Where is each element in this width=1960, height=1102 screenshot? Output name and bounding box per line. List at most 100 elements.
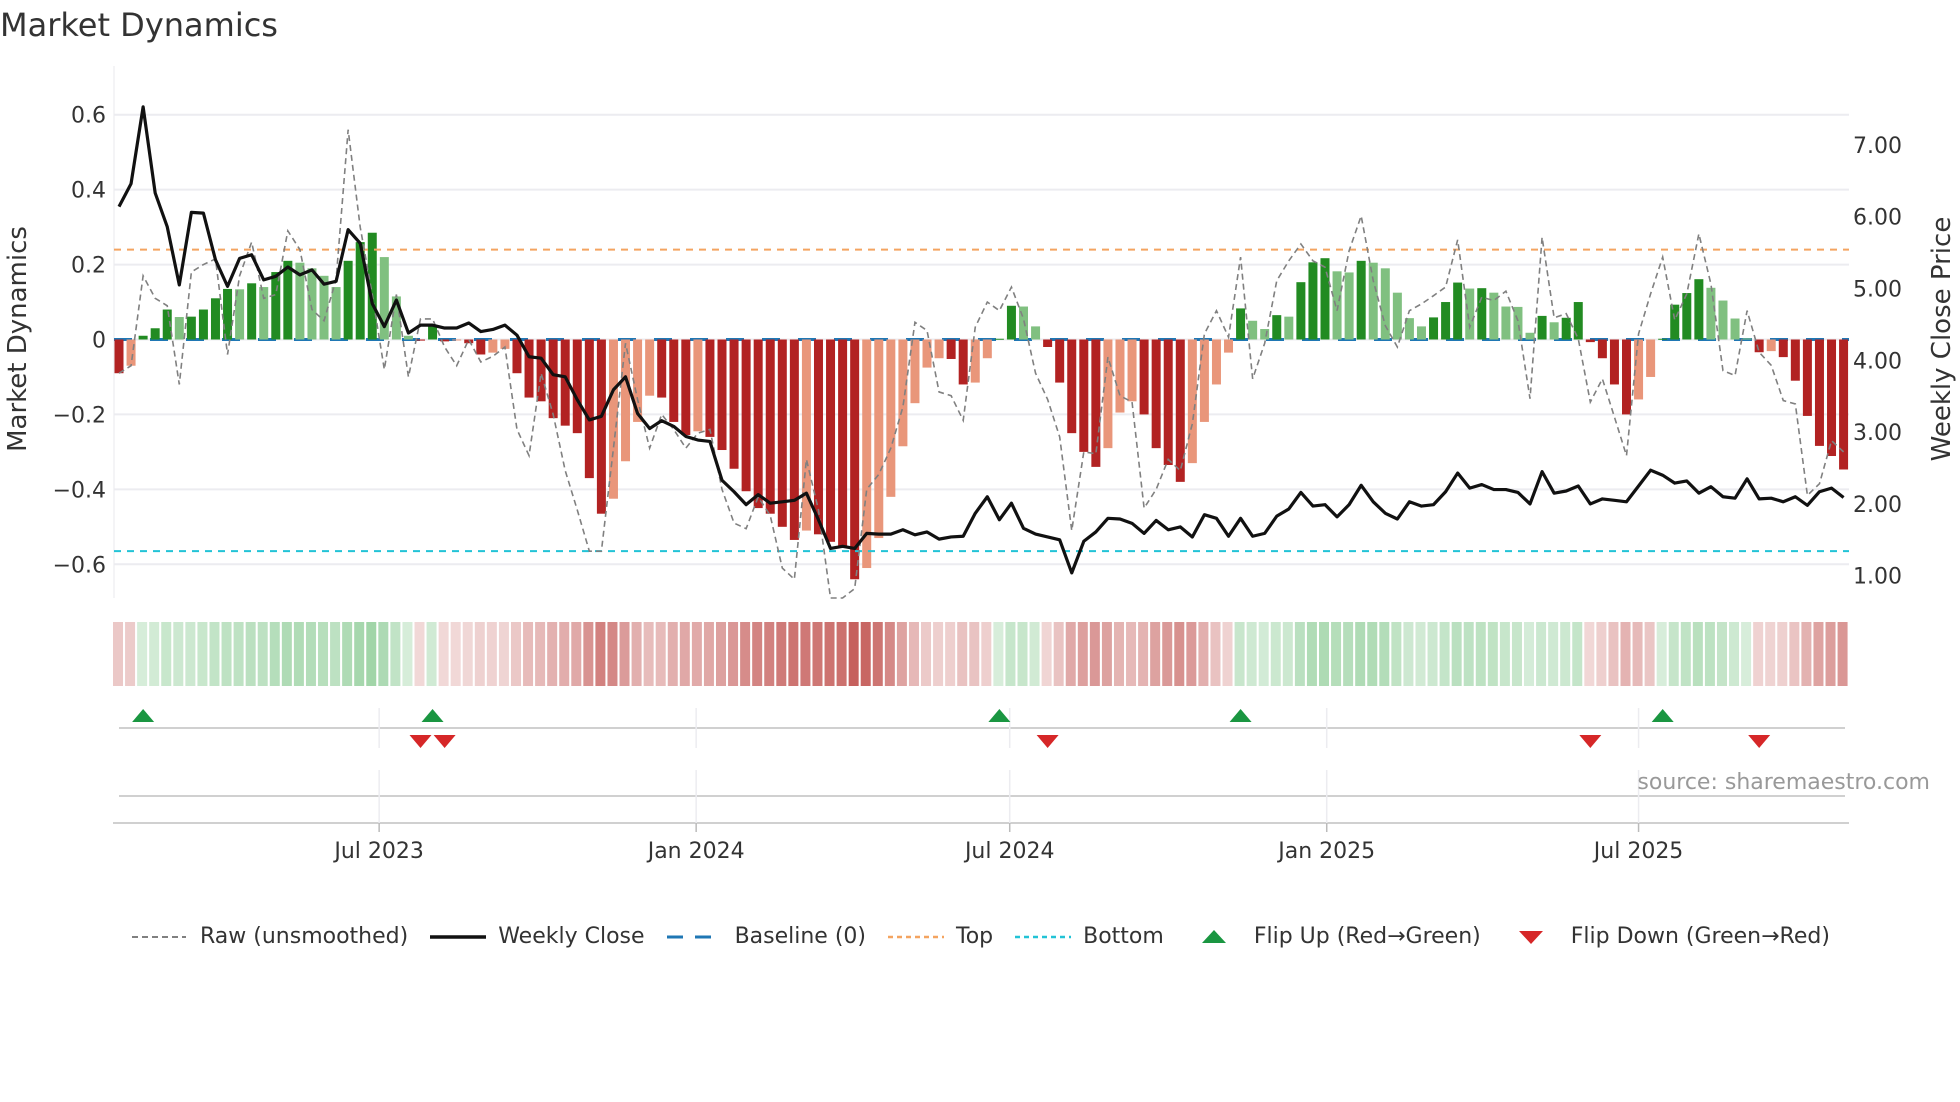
heatmap-cell <box>921 622 932 686</box>
heatmap-cell <box>1511 622 1522 686</box>
heatmap-cell <box>1777 622 1788 686</box>
dynamics-bar <box>982 339 992 359</box>
dynamics-bar <box>1103 339 1113 449</box>
legend-item-flip-up: Flip Up (Red→Green) <box>1184 924 1481 949</box>
heatmap-cell <box>872 622 883 686</box>
heatmap-cell <box>1584 622 1595 686</box>
dynamics-bar <box>536 339 546 402</box>
flip-up-marker <box>1229 709 1252 722</box>
dynamics-bar <box>645 339 655 396</box>
y-tick-label: −0.2 <box>53 403 106 428</box>
x-tick-label: Jan 2024 <box>646 839 745 864</box>
heatmap-cell <box>1596 622 1607 686</box>
heatmap-cell <box>631 622 642 686</box>
heatmap-cell <box>752 622 763 686</box>
heatmap-cell <box>908 622 919 686</box>
heatmap-cell <box>330 622 341 686</box>
heatmap-cell <box>1089 622 1100 686</box>
dynamics-bar <box>126 339 136 366</box>
raw-line <box>118 129 1845 599</box>
dynamics-bar <box>958 339 968 385</box>
heatmap-cell <box>233 622 244 686</box>
dynamics-bar <box>1368 262 1378 340</box>
heatmap-cell <box>366 622 377 686</box>
dynamics-bar <box>1646 339 1656 377</box>
dynamics-bar <box>1380 268 1390 340</box>
dynamics-bar <box>741 339 751 492</box>
dynamics-bar <box>1634 339 1644 400</box>
heatmap-cell <box>426 622 437 686</box>
heatmap-cell <box>764 622 775 686</box>
y-axis-label: Market Dynamics <box>3 226 33 452</box>
heatmap-cell <box>474 622 485 686</box>
heatmap-cell <box>1331 622 1342 686</box>
heatmap-cell <box>1041 622 1052 686</box>
heatmap-cell <box>414 622 425 686</box>
heatmap-cell <box>655 622 666 686</box>
x-tick-label: Jul 2024 <box>963 839 1055 864</box>
y2-tick-label: 1.00 <box>1853 565 1902 590</box>
dynamics-bar <box>512 339 522 374</box>
y-tick-label: 0.4 <box>71 179 106 204</box>
dynamics-bar <box>934 339 944 359</box>
heatmap-cell <box>619 622 630 686</box>
dynamics-bar <box>1187 339 1197 464</box>
heatmap-cell <box>884 622 895 686</box>
heatmap-cell <box>269 622 280 686</box>
dynamics-bar <box>596 339 606 514</box>
heatmap-cell <box>1198 622 1209 686</box>
y2-axis-label: Weekly Close Price <box>1927 217 1957 462</box>
heatmap-cell <box>1077 622 1088 686</box>
flip-down-marker <box>433 735 456 748</box>
dynamics-bar <box>765 339 775 514</box>
heatmap-cell <box>957 622 968 686</box>
dynamics-bar <box>488 339 498 353</box>
dynamics-bar <box>1597 339 1607 359</box>
heatmap-cell <box>1825 622 1836 686</box>
dynamics-bar <box>1127 339 1137 402</box>
dynamics-bar <box>693 339 703 432</box>
heatmap-cell <box>1789 622 1800 686</box>
heatmap-cell <box>788 622 799 686</box>
dynamics-bar <box>1706 287 1716 340</box>
dynamics-bar <box>572 339 582 434</box>
dynamics-bar <box>1320 258 1330 340</box>
heatmap-cell <box>149 622 160 686</box>
dynamics-bar <box>416 339 425 341</box>
dynamics-bar <box>1055 339 1065 383</box>
heatmap-cell <box>1101 622 1112 686</box>
legend-label: Baseline (0) <box>734 924 866 949</box>
dynamics-bar <box>1441 302 1451 340</box>
heatmap-cell <box>245 622 256 686</box>
heatmap-cell <box>1270 622 1281 686</box>
heatmap-cell <box>1005 622 1016 686</box>
dynamics-bar <box>1115 339 1125 413</box>
dynamics-bar <box>1513 306 1523 340</box>
dynamics-bar <box>681 339 691 436</box>
dynamics-bar <box>1079 339 1089 452</box>
legend-item-flip-down: Flip Down (Green→Red) <box>1501 924 1830 949</box>
dynamics-bar <box>1778 339 1788 358</box>
heatmap-cell <box>450 622 461 686</box>
heatmap-cell <box>1210 622 1221 686</box>
dynamics-bar <box>1344 272 1354 340</box>
heatmap-cell <box>679 622 690 686</box>
heatmap-cell <box>1656 622 1667 686</box>
dynamics-bar <box>464 339 474 344</box>
dynamics-bar <box>1814 339 1824 446</box>
heatmap-cell <box>1524 622 1535 686</box>
heatmap-cell <box>583 622 594 686</box>
dynamics-bar <box>1718 300 1728 340</box>
heatmap-cell <box>161 622 172 686</box>
heatmap-cell <box>1355 622 1366 686</box>
dynamics-bar <box>1139 339 1149 415</box>
y2-tick-label: 3.00 <box>1853 421 1902 446</box>
heatmap-cell <box>1668 622 1679 686</box>
flip-up-marker <box>132 709 155 722</box>
legend-label: Bottom <box>1083 924 1164 949</box>
flip-up-legend-icon <box>1201 929 1226 943</box>
dynamics-bar <box>874 339 884 539</box>
dynamics-bar <box>1031 326 1041 340</box>
heatmap-cell <box>1138 622 1149 686</box>
dynamics-bar <box>174 317 184 340</box>
